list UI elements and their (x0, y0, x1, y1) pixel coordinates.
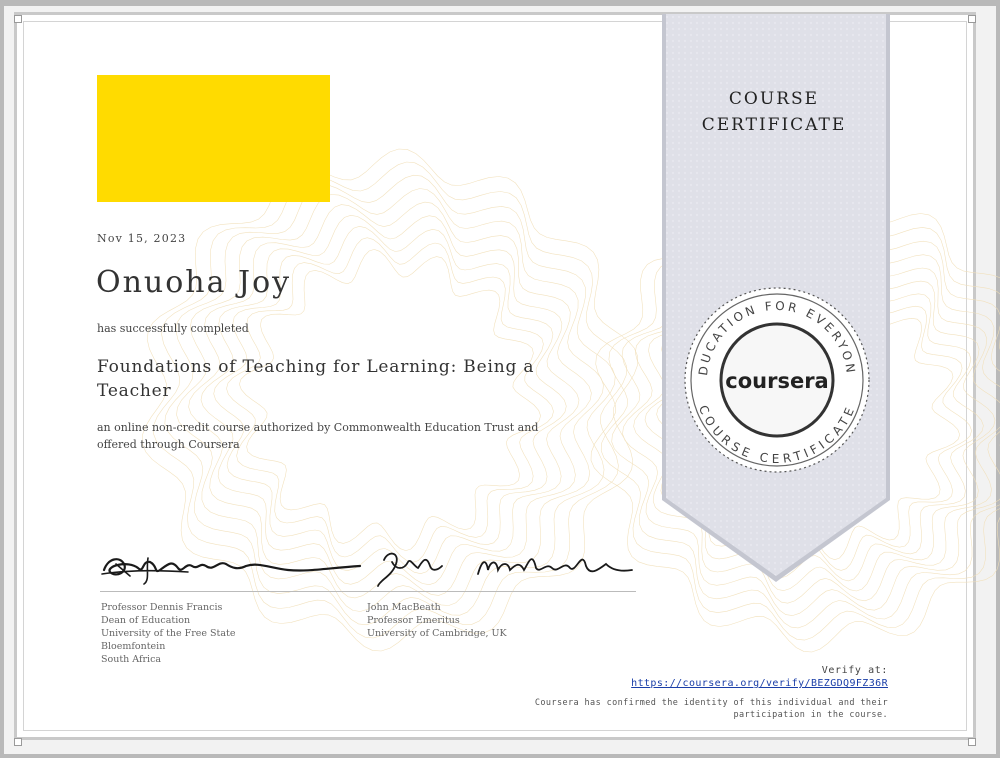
ribbon-title-line2: CERTIFICATE (701, 115, 847, 135)
issue-date: Nov 15, 2023 (97, 232, 187, 245)
completed-text: has successfully completed (97, 322, 249, 335)
verify-note: Coursera has confirmed the identity of t… (535, 697, 888, 721)
course-description: an online non-credit course authorized b… (97, 421, 539, 451)
ribbon-title: COURSE CERTIFICATE (661, 86, 887, 138)
signatory-city: Bloemfontein (101, 641, 166, 652)
signature-john-macbeath (377, 552, 633, 587)
signatory-name: John MacBeath (367, 602, 441, 613)
verify-link[interactable]: https://coursera.org/verify/BEZGDQ9FZ36R (535, 678, 888, 689)
signatory-1: Professor Dennis Francis Dean of Educati… (101, 601, 235, 666)
signature-dennis-francis (101, 557, 362, 585)
verification-block: Verify at: https://coursera.org/verify/B… (535, 665, 888, 721)
signatory-org: University of the Free State (101, 628, 236, 639)
recipient-name: Onuoha Joy (96, 265, 292, 300)
signatory-name: Professor Dennis Francis (101, 602, 223, 613)
partner-logo-placeholder (97, 75, 330, 202)
verify-note-line1: Coursera has confirmed the identity of t… (534, 698, 888, 708)
verify-label: Verify at: (821, 665, 888, 676)
seal-brand: coursera (725, 369, 828, 393)
signature-line (100, 591, 636, 592)
signatory-2: John MacBeath Professor Emeritus Univers… (367, 601, 507, 640)
signatory-role: Dean of Education (101, 615, 191, 626)
course-title: Foundations of Teaching for Learning: Be… (97, 357, 535, 401)
verify-note-line2: participation in the course. (733, 710, 888, 720)
signatory-role: Professor Emeritus (367, 615, 460, 626)
coursera-seal: EDUCATION FOR EVERYONE COURSE CERTIFICAT… (677, 280, 870, 473)
ribbon-title-line1: COURSE (728, 89, 820, 109)
signatory-country: South Africa (101, 654, 162, 665)
signatory-org: University of Cambridge, UK (367, 628, 507, 639)
